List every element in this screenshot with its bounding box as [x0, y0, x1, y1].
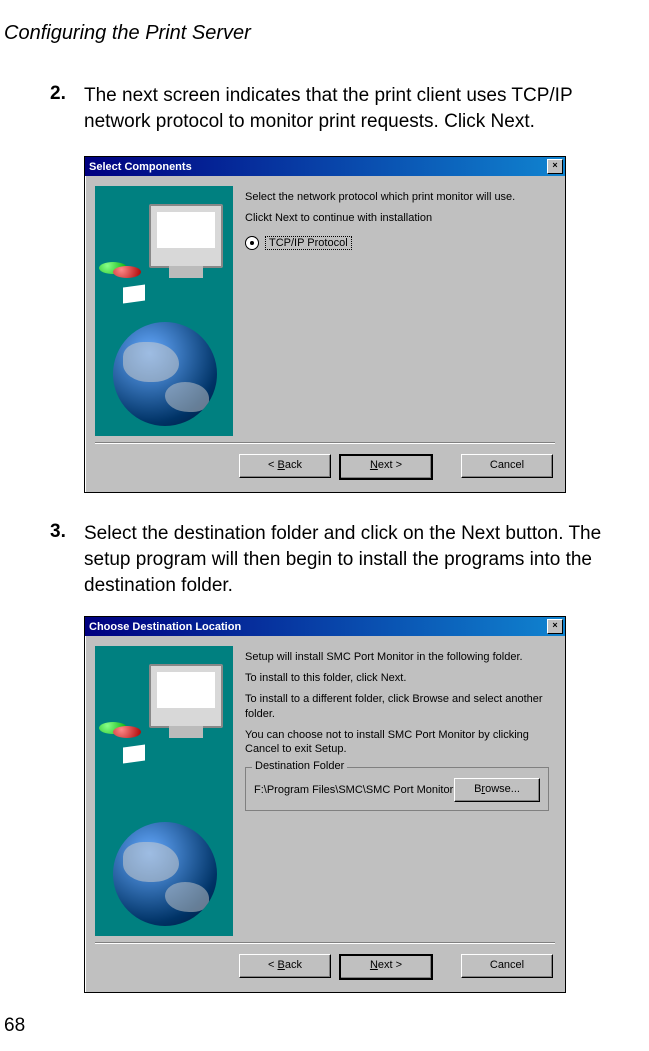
select-components-dialog: Select Components × InstallShield Selec	[84, 156, 566, 493]
installshield-brand: InstallShield	[95, 848, 97, 930]
discs-icon	[99, 262, 139, 284]
close-icon[interactable]: ×	[547, 159, 563, 174]
monitor-icon	[149, 664, 223, 728]
cancel-button[interactable]: Cancel	[461, 954, 553, 978]
discs-icon	[99, 722, 139, 744]
next-button[interactable]: Next >	[339, 454, 433, 480]
dialog1-title: Select Components	[89, 161, 192, 173]
dialog2-p2: To install to this folder, click Next.	[245, 671, 549, 686]
dialog2-p4: You can choose not to install SMC Port M…	[245, 728, 549, 758]
close-icon[interactable]: ×	[547, 619, 563, 634]
choose-destination-dialog: Choose Destination Location × InstallShi…	[84, 616, 566, 993]
installshield-brand: InstallShield	[95, 348, 97, 430]
monitor-icon	[149, 204, 223, 268]
dialog2-p1: Setup will install SMC Port Monitor in t…	[245, 650, 549, 665]
destination-folder-group: Destination Folder F:\Program Files\SMC\…	[245, 767, 549, 811]
browse-button[interactable]: Browse...	[454, 778, 540, 802]
step-3-text: Select the destination folder and click …	[84, 521, 611, 598]
installer-graphic: InstallShield	[95, 186, 233, 436]
dialog2-title: Choose Destination Location	[89, 621, 241, 633]
cancel-button[interactable]: Cancel	[461, 454, 553, 478]
dialog2-p3: To install to a different folder, click …	[245, 692, 549, 722]
back-button[interactable]: < Back	[239, 454, 331, 478]
step-2: 2. The next screen indicates that the pr…	[50, 83, 611, 134]
step-2-text: The next screen indicates that the print…	[84, 83, 611, 134]
destination-legend: Destination Folder	[252, 760, 347, 772]
tcpip-radio-label[interactable]: TCP/IP Protocol	[265, 236, 352, 250]
next-button[interactable]: Next >	[339, 954, 433, 980]
dialog1-titlebar[interactable]: Select Components ×	[85, 157, 565, 176]
running-header: Configuring the Print Server	[4, 22, 621, 45]
installer-graphic: InstallShield	[95, 646, 233, 936]
globe-icon	[113, 322, 217, 426]
dialog2-titlebar[interactable]: Choose Destination Location ×	[85, 617, 565, 636]
page-number: 68	[4, 1015, 25, 1037]
dialog1-line1: Select the network protocol which print …	[245, 190, 549, 205]
step-3: 3. Select the destination folder and cli…	[50, 521, 611, 598]
step-3-number: 3.	[50, 521, 84, 543]
destination-path: F:\Program Files\SMC\SMC Port Monitor	[254, 784, 453, 796]
step-2-number: 2.	[50, 83, 84, 105]
paper-icon	[123, 745, 145, 764]
tcpip-radio[interactable]	[245, 236, 259, 250]
back-button[interactable]: < Back	[239, 954, 331, 978]
globe-icon	[113, 822, 217, 926]
paper-icon	[123, 285, 145, 304]
dialog1-line2: Clickt Next to continue with installatio…	[245, 211, 549, 226]
